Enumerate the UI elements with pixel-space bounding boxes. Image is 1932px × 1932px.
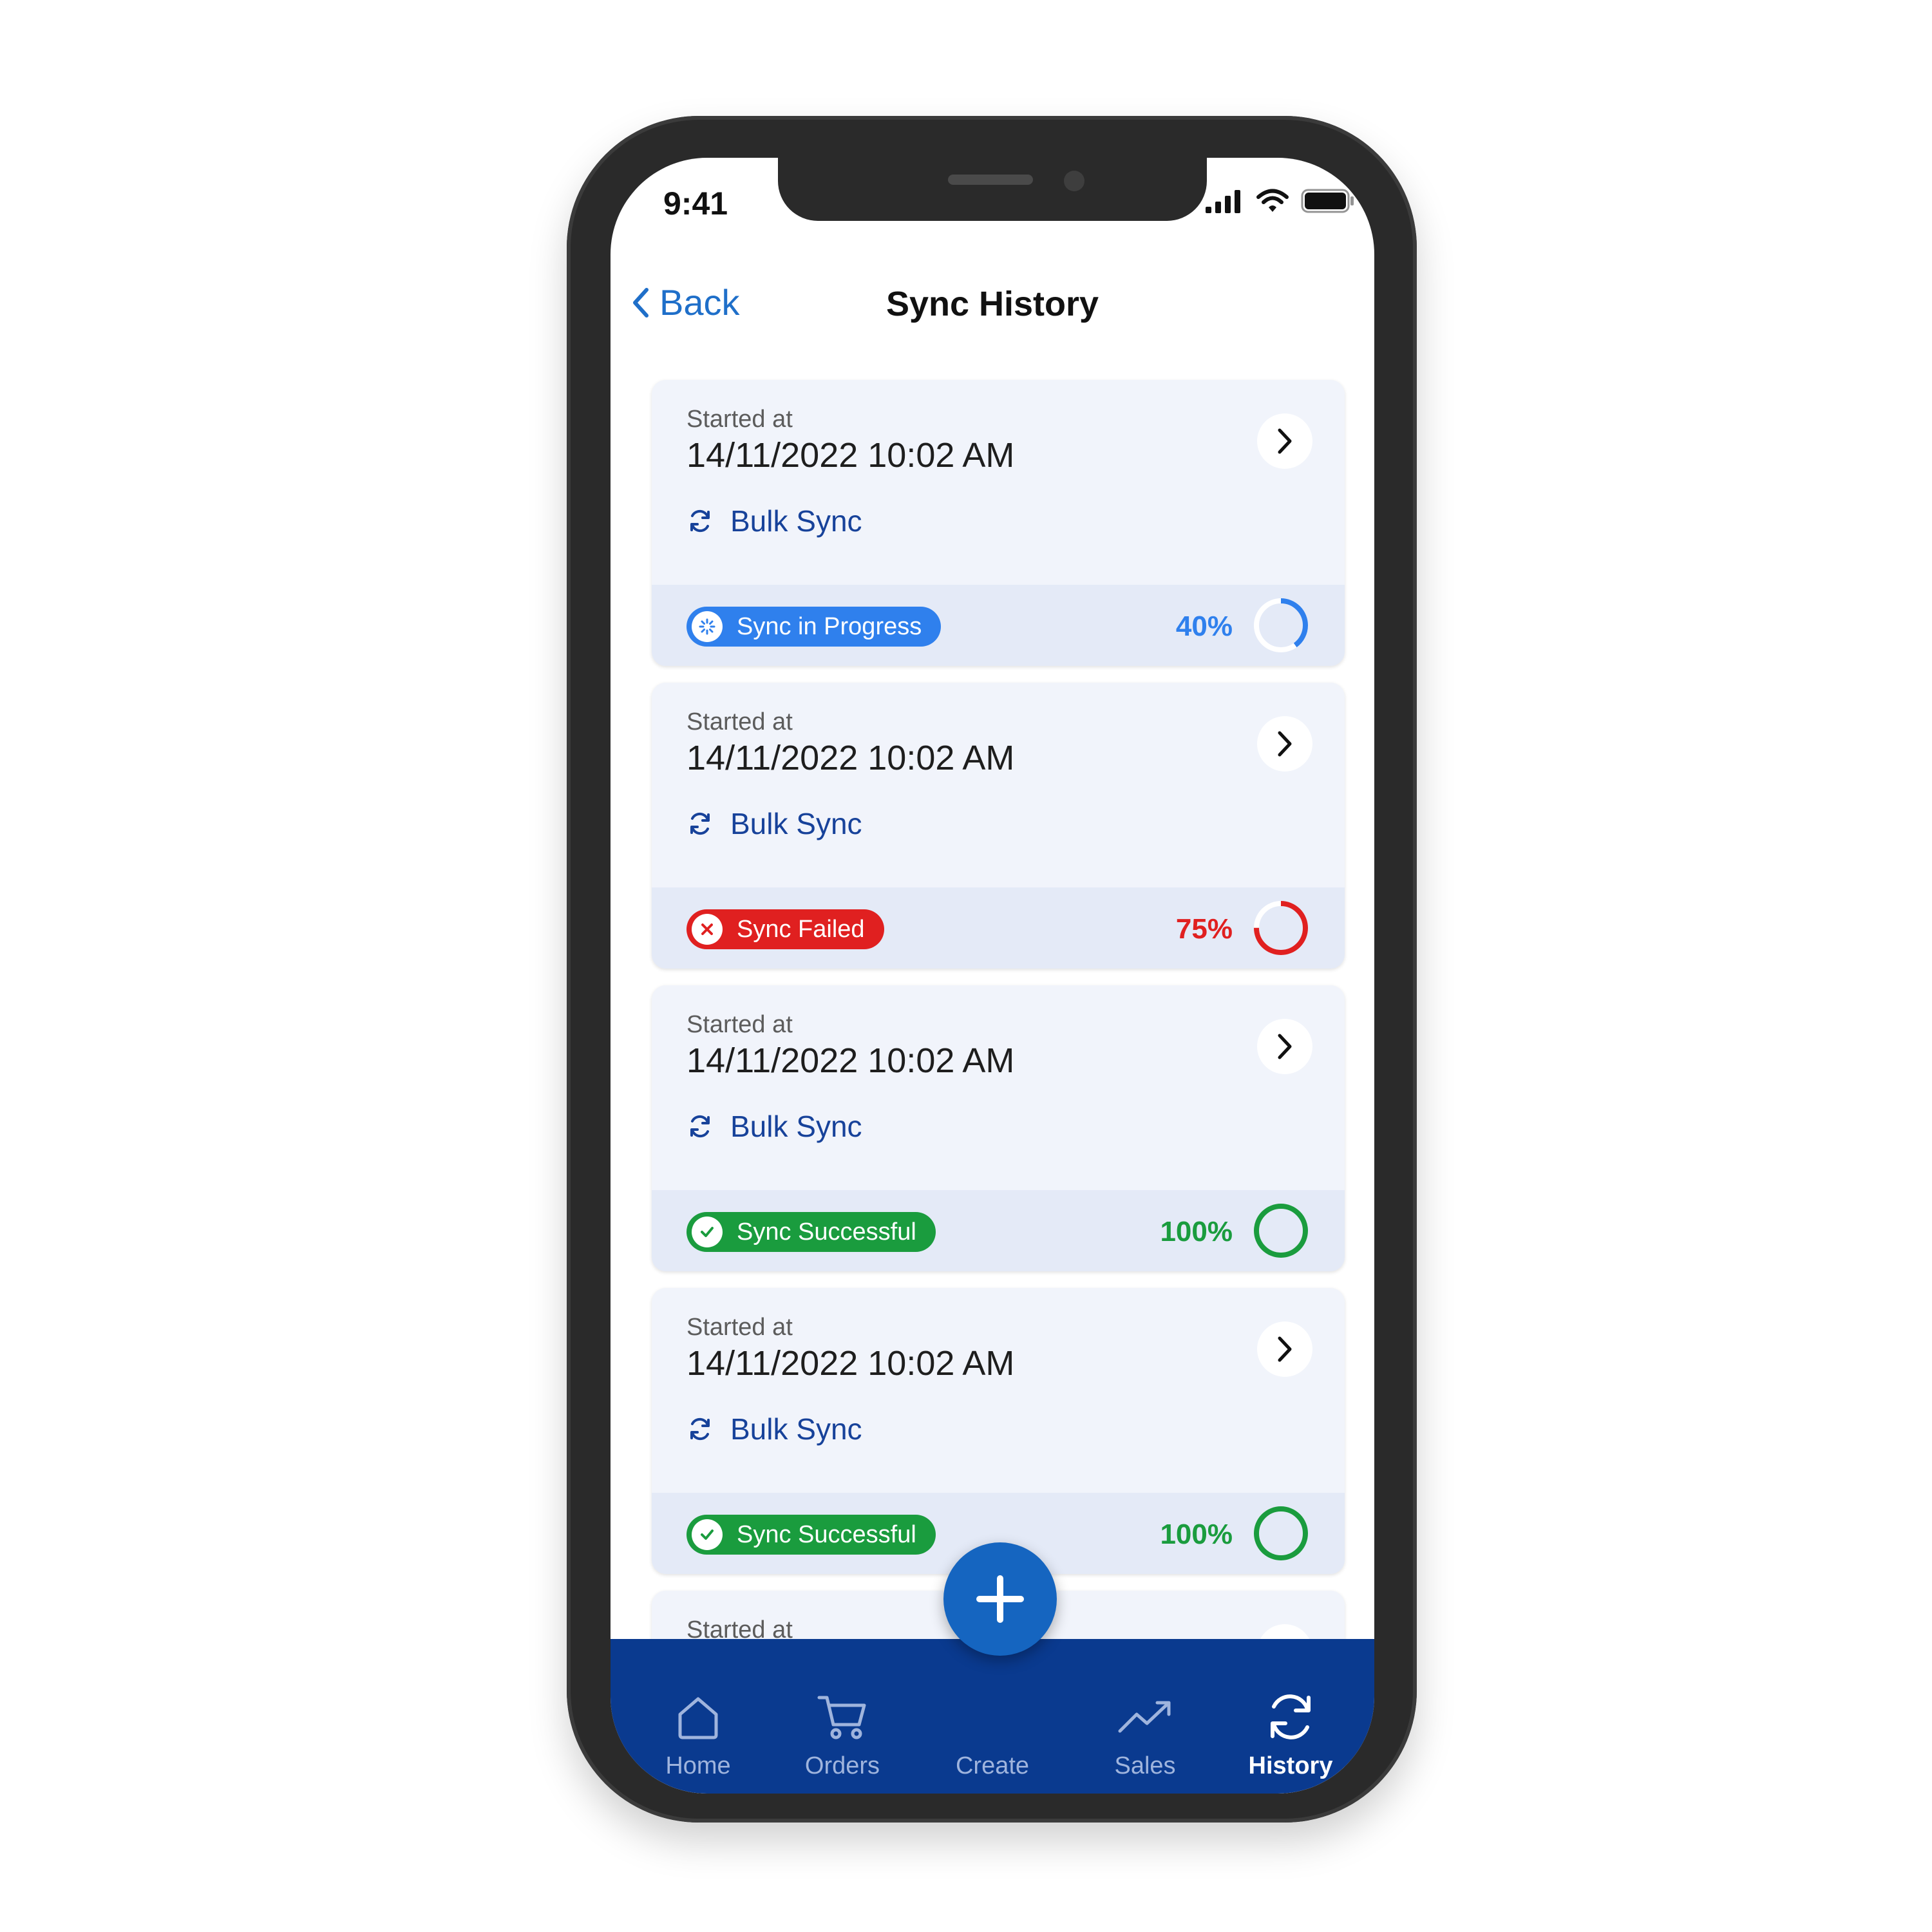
tab-label: Orders bbox=[804, 1752, 880, 1779]
sync-icon bbox=[690, 1417, 710, 1441]
progress-ring bbox=[1254, 901, 1308, 955]
sync-type-label: Bulk Sync bbox=[730, 1110, 862, 1143]
open-details-button[interactable] bbox=[1257, 716, 1312, 772]
tab-home[interactable]: Home bbox=[634, 1688, 762, 1780]
signal-icon bbox=[1206, 190, 1240, 213]
sync-icon bbox=[690, 509, 710, 533]
sync-type-label: Bulk Sync bbox=[730, 1412, 862, 1446]
started-value: 14/11/2022 10:02 AM bbox=[687, 739, 1015, 777]
sync-card[interactable]: Started at 14/11/2022 10:02 AM Bulk Sync bbox=[652, 1288, 1345, 1574]
notch bbox=[778, 158, 1207, 221]
started-label: Started at bbox=[687, 406, 793, 433]
sync-type-label: Bulk Sync bbox=[730, 807, 862, 840]
tab-history[interactable]: History bbox=[1226, 1688, 1355, 1780]
tab-orders[interactable]: Orders bbox=[778, 1688, 907, 1780]
sync-card[interactable]: Started at 14/11/2022 10:02 AM Bulk Sync bbox=[652, 683, 1345, 969]
status-badge: Sync Successful bbox=[687, 1212, 936, 1252]
plus-icon bbox=[976, 1575, 1024, 1623]
check-icon bbox=[701, 1530, 714, 1540]
status-label: Sync in Progress bbox=[737, 612, 922, 640]
progress-ring bbox=[1254, 1506, 1308, 1560]
status-time: 9:41 bbox=[663, 185, 728, 222]
status-label: Sync Failed bbox=[737, 915, 865, 943]
tab-label: Sales bbox=[1114, 1752, 1176, 1779]
home-icon bbox=[678, 1697, 718, 1739]
sync-card[interactable]: Started at 14/11/2022 10:02 AM Bulk Sync bbox=[652, 985, 1345, 1271]
started-value: 14/11/2022 10:02 AM bbox=[687, 436, 1015, 475]
status-icon bbox=[692, 611, 723, 642]
tab-label: Create bbox=[955, 1752, 1030, 1779]
open-details-button[interactable] bbox=[1257, 1321, 1312, 1377]
status-badge: Sync in Progress bbox=[687, 607, 942, 647]
trend-icon bbox=[1118, 1701, 1171, 1733]
progress-ring bbox=[1254, 1204, 1308, 1258]
page-title: Sync History bbox=[886, 285, 1099, 323]
wifi-icon bbox=[1256, 189, 1289, 212]
progress-percent: 100% bbox=[1160, 1216, 1233, 1247]
camera bbox=[1064, 171, 1084, 191]
card-status-row: Sync in Progress 40% bbox=[652, 585, 1345, 666]
status-icons bbox=[1206, 189, 1355, 213]
progress-percent: 40% bbox=[1175, 611, 1233, 642]
close-icon bbox=[701, 923, 713, 935]
status-icon bbox=[692, 1519, 723, 1550]
progress-percent: 100% bbox=[1160, 1519, 1233, 1550]
started-value: 14/11/2022 10:02 AM bbox=[687, 1344, 1015, 1383]
card-status-row: Sync Failed 75% bbox=[652, 887, 1345, 969]
phone-screen: 9:41 Back Sync History Started at 14/11/… bbox=[611, 158, 1374, 1794]
sync-type: Bulk Sync bbox=[687, 1412, 862, 1446]
progress-ring-fill bbox=[1254, 1204, 1308, 1258]
sync-type-label: Bulk Sync bbox=[730, 504, 862, 538]
status-icon bbox=[692, 914, 723, 945]
tab-bar: Home Orders Create Sales History bbox=[611, 1542, 1374, 1794]
progress-ring bbox=[1254, 598, 1308, 652]
started-label: Started at bbox=[687, 708, 793, 735]
started-label: Started at bbox=[687, 1011, 793, 1038]
card-status-row: Sync Successful 100% bbox=[652, 1190, 1345, 1271]
status-badge: Sync Failed bbox=[687, 909, 884, 949]
chevron-right-icon bbox=[1278, 731, 1292, 757]
cart-icon bbox=[817, 1696, 866, 1739]
open-details-button[interactable] bbox=[1257, 1019, 1312, 1074]
sync-type: Bulk Sync bbox=[687, 1109, 862, 1144]
sync-icon bbox=[1271, 1694, 1311, 1739]
progress-ring-fill bbox=[1254, 1506, 1308, 1560]
chevron-right-icon bbox=[1278, 1336, 1292, 1362]
open-details-button[interactable] bbox=[1257, 413, 1312, 469]
check-icon bbox=[701, 1227, 714, 1237]
tab-label: History bbox=[1248, 1752, 1333, 1779]
tab-label: Home bbox=[665, 1752, 731, 1779]
chevron-right-icon bbox=[1278, 428, 1292, 454]
sync-type: Bulk Sync bbox=[687, 504, 862, 538]
tab-sales[interactable]: Sales bbox=[1081, 1688, 1209, 1780]
status-badge: Sync Successful bbox=[687, 1515, 936, 1555]
status-icon bbox=[692, 1217, 723, 1247]
tab-create[interactable]: Create bbox=[928, 1688, 1057, 1780]
started-value: 14/11/2022 10:02 AM bbox=[687, 1041, 1015, 1080]
sync-icon bbox=[690, 1115, 710, 1138]
battery-icon bbox=[1301, 189, 1354, 213]
progress-percent: 75% bbox=[1175, 913, 1233, 945]
status-label: Sync Successful bbox=[737, 1520, 916, 1548]
speaker bbox=[948, 175, 1033, 185]
sync-icon bbox=[690, 812, 710, 835]
create-fab[interactable] bbox=[943, 1542, 1057, 1656]
spinner-icon bbox=[699, 618, 715, 635]
started-label: Started at bbox=[687, 1314, 793, 1341]
sync-type: Bulk Sync bbox=[687, 806, 862, 841]
nav-header: Back Sync History bbox=[611, 267, 1374, 345]
status-label: Sync Successful bbox=[737, 1218, 916, 1245]
sync-card[interactable]: Started at 14/11/2022 10:02 AM Bulk Sync bbox=[652, 380, 1345, 666]
chevron-right-icon bbox=[1278, 1034, 1292, 1059]
